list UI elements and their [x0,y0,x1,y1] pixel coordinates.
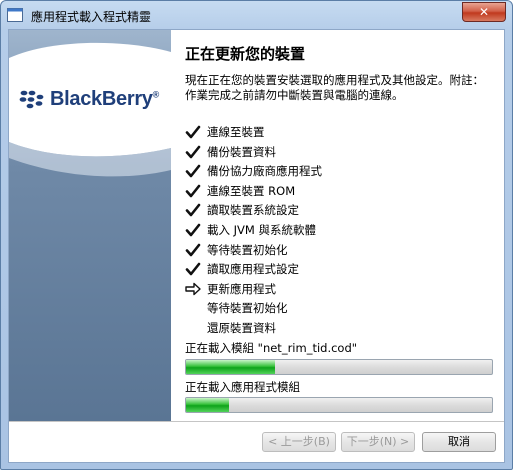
button-divider [9,421,504,422]
step-item: 載入 JVM 與系統軟體 [185,220,435,240]
checkmark-icon [185,183,201,199]
step-label: 還原裝置資料 [207,321,276,335]
step-item: 等待裝置初始化 [185,240,435,260]
brand-name: BlackBerry® [50,88,159,110]
module-progress-label: 正在載入模組 "net_rim_tid.cod" [185,341,358,355]
window-title: 應用程式載入程式精靈 [31,10,152,24]
step-label: 等待裝置初始化 [207,301,288,316]
cancel-button[interactable]: 取消 [422,432,496,452]
app-module-progress-bar [185,397,493,413]
module-progress-bar [185,359,493,375]
step-item: 備份協力廠商應用程式 [185,161,435,181]
checkmark-icon [185,163,201,179]
step-label: 等待裝置初始化 [207,242,288,257]
close-button[interactable]: ✕ [462,2,506,22]
checkmark-icon [185,124,201,140]
step-label: 載入 JVM 與系統軟體 [207,223,316,237]
step-label: 連線至裝置 ROM [207,183,296,198]
step-item: 連線至裝置 [185,122,435,142]
step-item: 更新應用程式 [185,279,435,299]
checkmark-icon [185,202,201,218]
wizard-body: BlackBerry® 正在更新您的裝置 現在正在您的裝置安裝選取的應用程式及其… [8,29,505,463]
step-label: 備份裝置資料 [207,144,276,159]
branding-panel: BlackBerry® [9,30,171,421]
module-progress-fill [186,360,275,374]
title-bar[interactable]: 應用程式載入程式精靈 ✕ [1,1,512,29]
step-item: 讀取裝置系統設定 [185,200,435,220]
step-label: 更新應用程式 [207,281,276,296]
blackberry-logo: BlackBerry® [19,88,159,111]
pending-icon [185,320,201,336]
next-button[interactable]: 下一步(N) > [341,432,415,452]
app-module-progress-label: 正在載入應用程式模組 [185,380,300,394]
app-module-progress-fill [186,398,229,412]
step-label: 連線至裝置 [207,125,265,139]
step-label: 讀取裝置系統設定 [207,203,299,218]
checkmark-icon [185,144,201,160]
back-button[interactable]: < 上一步(B) [262,432,336,452]
step-label: 備份協力廠商應用程式 [207,164,322,179]
checkmark-icon [185,222,201,238]
arrow-right-icon [185,281,201,297]
page-title: 正在更新您的裝置 [185,45,306,63]
wizard-window: 應用程式載入程式精靈 ✕ BlackBerry® 正在更新您的裝置 現在正在您的… [0,0,513,470]
blackberry-icon [19,90,44,108]
step-item: 等待裝置初始化 [185,298,435,318]
step-item: 還原裝置資料 [185,318,435,338]
step-item: 讀取應用程式設定 [185,259,435,279]
app-window-icon [7,8,23,22]
checkmark-icon [185,242,201,258]
pending-icon [185,300,201,316]
step-item: 備份裝置資料 [185,142,435,162]
checkmark-icon [185,261,201,277]
step-item: 連線至裝置 ROM [185,181,435,201]
step-label: 讀取應用程式設定 [207,262,299,277]
page-description: 現在正在您的裝置安裝選取的應用程式及其他設定。附註：作業完成之前請勿中斷裝置與電… [185,73,484,102]
